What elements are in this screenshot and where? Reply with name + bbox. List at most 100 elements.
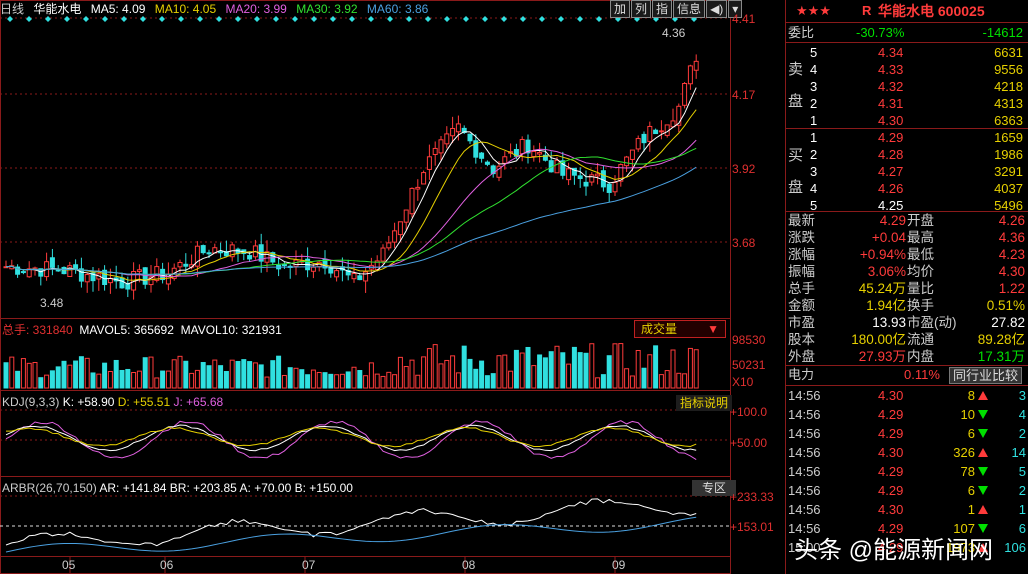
stat-value: 4.30 [998, 264, 1025, 279]
volume-bar [537, 354, 543, 389]
volume-bar [612, 343, 618, 389]
volume-indicator-dropdown[interactable]: 成交量 ▼ [634, 320, 726, 338]
candle-body [606, 183, 612, 193]
volume-bar [670, 349, 676, 389]
chart-area[interactable]: 日线 华能水电 MA5: 4.09 MA10: 4.05 MA20: 3.99 … [0, 0, 785, 574]
candle-body [403, 209, 409, 223]
volume-bar [96, 373, 102, 389]
volume-bar [542, 357, 548, 389]
tick-count: 2 [1018, 483, 1026, 498]
list-button[interactable]: 列 [631, 0, 652, 18]
candle-body [537, 151, 543, 155]
stat-value: 17.31万 [977, 349, 1025, 364]
candle-body [455, 123, 461, 133]
arrow-down-icon [978, 410, 988, 419]
volume-bar [61, 360, 67, 389]
volume-bar [189, 372, 195, 389]
chevron-down-icon: ▼ [707, 322, 719, 336]
candle-body [595, 173, 601, 177]
candle-body [281, 264, 287, 267]
stat-row: 金额 1.94亿 换手 0.51% [786, 297, 1028, 315]
volume-bar [316, 371, 322, 389]
volume-bar [647, 354, 653, 389]
stat-label: 最高 [907, 230, 934, 245]
margin-r-mark: R [862, 3, 872, 18]
sell-level-row[interactable]: 2 4.31 4313 [786, 95, 1028, 113]
mavol5-label: MAVOL5: 365692 [79, 323, 174, 337]
stat-label: 最新 [788, 213, 815, 228]
volume-bar [154, 377, 160, 389]
volume-bar [525, 346, 531, 389]
volume-bar [67, 364, 73, 389]
stat-label: 流通 [907, 332, 934, 347]
sell-level: 4 [810, 62, 818, 77]
period-label[interactable]: 日线 [0, 2, 24, 16]
volume-bar [484, 375, 490, 389]
sell-volume: 4218 [994, 79, 1023, 94]
candle-body [84, 274, 90, 283]
candle-body [519, 138, 525, 155]
volume-bar [160, 370, 166, 389]
buy-level-row[interactable]: 4 4.26 4037 [786, 180, 1028, 198]
sell-level-row[interactable]: 4 4.33 9556 [786, 61, 1028, 79]
stat-row: 股本 180.00亿 流通 89.28亿 [786, 331, 1028, 349]
weibi-pct: -30.73% [856, 25, 905, 40]
candle-body [629, 149, 635, 160]
tick-row: 14:56 4.29 6 2 [786, 481, 1028, 500]
volume-bar [328, 373, 334, 389]
candle-body [264, 251, 270, 263]
industry-compare-button[interactable]: 同行业比较 [949, 367, 1023, 384]
stat-label: 股本 [788, 332, 815, 347]
buy-level-row[interactable]: 3 4.27 3291 [786, 163, 1028, 181]
arrow-up-icon [978, 391, 988, 400]
buy-level-row[interactable]: 1 4.29 1659 [786, 129, 1028, 147]
ma10-label: MA10: 4.05 [154, 2, 217, 16]
info-button[interactable]: 信息 [673, 0, 706, 18]
volume-bar [84, 357, 90, 389]
buy-level-row[interactable]: 2 4.28 1986 [786, 146, 1028, 164]
buy-price: 4.28 [878, 147, 904, 162]
sell-level: 2 [810, 96, 818, 111]
tick-count: 106 [1004, 540, 1026, 555]
sell-level-row[interactable]: 5 4.34 6631 [786, 44, 1028, 62]
ma60-label: MA60: 3.86 [366, 2, 429, 16]
arrow-up-icon [978, 448, 988, 457]
volume-bar [496, 355, 502, 389]
sound-icon[interactable]: ◀) [706, 0, 728, 18]
volume-bar [171, 359, 177, 389]
volume-bar [658, 374, 664, 389]
sell-level-row[interactable]: 1 4.30 6363 [786, 112, 1028, 130]
ma30-line [5, 147, 697, 275]
sell-price: 4.31 [878, 96, 904, 111]
volume-bar [595, 377, 601, 389]
volume-bar [519, 352, 525, 389]
stat-row: 涨幅 +0.94% 最低 4.23 [786, 246, 1028, 264]
volume-bar [194, 369, 200, 389]
volume-bar [606, 355, 612, 389]
volume-bar [624, 368, 630, 389]
add-button[interactable]: 加 [610, 0, 631, 18]
volume-bar [687, 347, 693, 389]
volume-bar [258, 364, 264, 389]
candle-body [484, 161, 490, 165]
tick-row: 14:56 4.30 326 14 [786, 443, 1028, 462]
candle-body [693, 60, 699, 71]
tick-time: 14:56 [788, 426, 821, 441]
volume-bar [212, 359, 218, 389]
volume-bar [641, 367, 647, 389]
stat-label: 涨幅 [788, 247, 815, 262]
volume-bar [566, 363, 572, 389]
indicator-help-button[interactable]: 指标说明 [676, 395, 733, 411]
volume-bar [693, 349, 699, 389]
volume-bar [444, 359, 450, 389]
tick-time: 14:56 [788, 445, 821, 460]
candle-body [432, 147, 438, 155]
volume-bar [78, 356, 84, 389]
stat-value: 3.06% [867, 264, 906, 279]
tick-count: 3 [1018, 388, 1026, 403]
sell-level-row[interactable]: 3 4.32 4218 [786, 78, 1028, 96]
indicator-button[interactable]: 指 [652, 0, 673, 18]
volume-bar [368, 362, 374, 389]
volume-bar [426, 348, 432, 389]
arbr-ar-line [5, 516, 697, 553]
